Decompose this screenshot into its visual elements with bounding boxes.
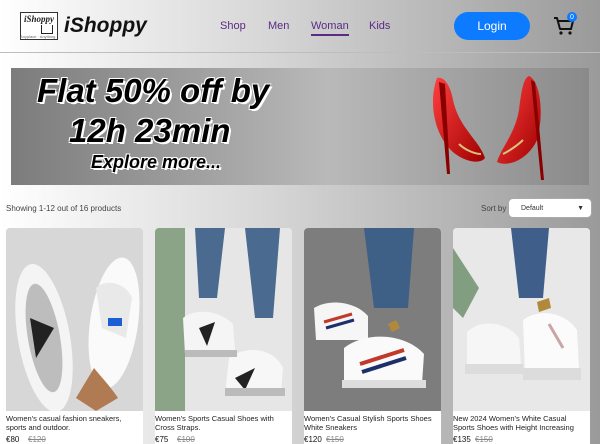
sort-value: Default: [521, 204, 544, 212]
product-image: [453, 228, 590, 411]
product-title[interactable]: Women's Sports Casual Shoes with Cross S…: [155, 414, 292, 432]
banner-countdown: 12h 23min: [69, 112, 231, 149]
product-title[interactable]: New 2024 Women's White Casual Sports Sho…: [453, 414, 590, 432]
product-price: €80: [6, 435, 20, 444]
product-title[interactable]: Women's Casual Stylish Sports Shoes Whit…: [304, 414, 441, 432]
brand-name[interactable]: iShoppy: [64, 14, 147, 38]
promo-banner[interactable]: Flat 50% off by 12h 23min Explore more..…: [11, 68, 589, 185]
banner-explore-link[interactable]: Explore more...: [91, 152, 221, 173]
nav-shop[interactable]: Shop: [220, 20, 246, 32]
product-image: [6, 228, 143, 411]
product-image: [155, 228, 292, 411]
header-divider: [0, 52, 600, 53]
product-old-price: €150: [475, 435, 493, 444]
product-image: [304, 228, 441, 411]
product-title[interactable]: Women's casual fashion sneakers, sports …: [6, 414, 143, 432]
results-count: Showing 1-12 out of 16 products: [6, 204, 122, 213]
product-old-price: €100: [177, 435, 195, 444]
product-card[interactable]: Women's casual fashion sneakers, sports …: [6, 228, 143, 444]
product-price: €120: [304, 435, 322, 444]
nav-men[interactable]: Men: [268, 20, 289, 32]
product-card[interactable]: Women's Sports Casual Shoes with Cross S…: [155, 228, 292, 444]
logo-cart-icon: [41, 25, 53, 34]
banner-headline: Flat 50% off by: [37, 72, 270, 109]
product-price: €75: [155, 435, 169, 444]
sort-select[interactable]: Default ▼: [508, 198, 592, 218]
logo-small-text: iShoppy: [24, 14, 55, 24]
product-price: €135: [453, 435, 471, 444]
product-old-price: €120: [28, 435, 46, 444]
login-button[interactable]: Login: [454, 12, 530, 40]
sort-label: Sort by: [481, 204, 507, 213]
product-card[interactable]: New 2024 Women's White Casual Sports Sho…: [453, 228, 590, 444]
product-old-price: €150: [326, 435, 344, 444]
logo-tagline: Anyplace · Anything: [20, 34, 56, 39]
product-card[interactable]: Women's Casual Stylish Sports Shoes Whit…: [304, 228, 441, 444]
chevron-down-icon: ▼: [577, 205, 584, 212]
cart-count-badge: 0: [567, 12, 577, 22]
nav-kids[interactable]: Kids: [369, 20, 390, 32]
red-heels-image: [433, 76, 544, 180]
nav-woman[interactable]: Woman: [311, 20, 349, 36]
header: iShoppy Anyplace · Anything iShoppy Shop…: [0, 0, 600, 54]
